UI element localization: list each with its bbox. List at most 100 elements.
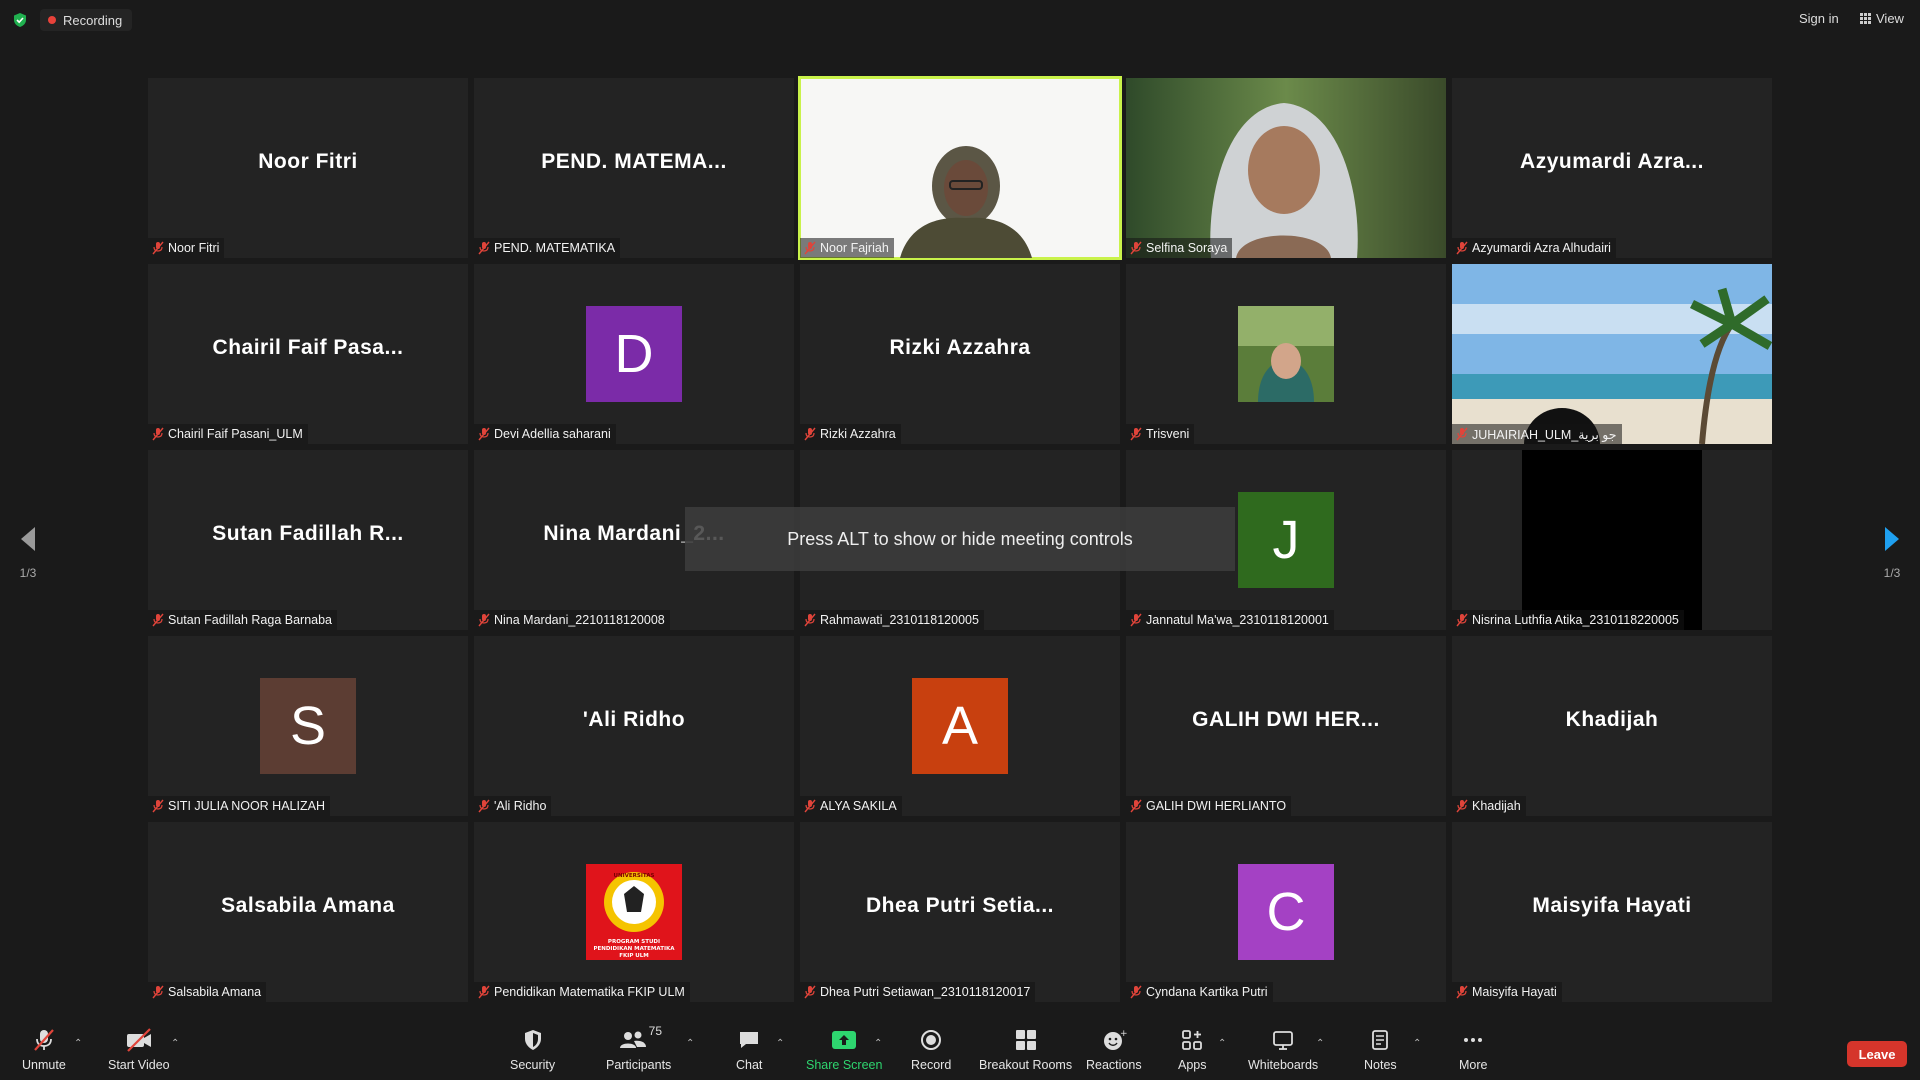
participant-tile[interactable]: GALIH DWI HER... GALIH DWI HERLIANTO [1126,636,1446,816]
participant-tile[interactable]: Salsabila Amana Salsabila Amana [148,822,468,1002]
participants-icon [619,1031,646,1048]
start-video-button[interactable]: Start Video [108,1026,170,1072]
microphone-muted-icon [804,241,816,255]
participant-name-label: Khadijah [1452,796,1526,816]
participant-tile[interactable]: Nisrina Luthfia Atika_2310118220005 [1452,450,1772,630]
participants-button[interactable]: 75 Participants [606,1024,671,1072]
record-button[interactable]: Record [911,1026,951,1072]
participant-tile[interactable]: JUHAIRIAH_ULM_جو برية [1452,264,1772,444]
security-icon [524,1030,541,1050]
svg-text:FKIP ULM: FKIP ULM [619,953,648,959]
video-options-caret-icon[interactable]: ⌃ [171,1038,179,1049]
next-page-button[interactable]: 1/3 [1880,525,1904,580]
participant-tile[interactable]: D Devi Adellia saharani [474,264,794,444]
participant-tile[interactable]: A ALYA SAKILA [800,636,1120,816]
participant-name-label: Jannatul Ma'wa_2310118120001 [1126,610,1334,630]
participant-avatar: S [260,678,356,774]
more-icon [1464,1038,1483,1042]
participant-name: Rizki Azzahra [820,427,896,441]
chat-button[interactable]: Chat [736,1026,762,1072]
participant-name: SITI JULIA NOOR HALIZAH [168,799,325,813]
participant-tile[interactable]: Trisveni [1126,264,1446,444]
participant-name: Devi Adellia saharani [494,427,611,441]
microphone-muted-icon [34,1029,54,1051]
participant-tile[interactable]: Noor Fitri Noor Fitri [148,78,468,258]
participant-display-name: Sutan Fadillah R... [212,522,404,545]
record-label: Record [911,1058,952,1072]
sign-in-link[interactable]: Sign in [1799,11,1839,26]
unmute-button[interactable]: Unmute [22,1026,66,1072]
participant-name: Cyndana Kartika Putri [1146,985,1268,999]
participant-display-name: Maisyifa Hayati [1532,894,1692,917]
security-button[interactable]: Security [510,1026,555,1072]
microphone-muted-icon [152,799,164,813]
security-shield-icon[interactable] [12,12,28,28]
participant-name: Salsabila Amana [168,985,262,999]
participant-name: ALYA SAKILA [820,799,897,813]
participant-name-label: Cyndana Kartika Putri [1126,982,1273,1002]
participant-name: Noor Fitri [168,241,220,255]
apps-caret-icon[interactable]: ⌃ [1218,1038,1226,1049]
start-video-label: Start Video [108,1058,170,1072]
participants-caret-icon[interactable]: ⌃ [686,1038,694,1049]
view-button[interactable]: View [1860,11,1904,26]
participant-name: Rahmawati_2310118120005 [820,613,979,627]
participant-name: Trisveni [1146,427,1190,441]
breakout-rooms-button[interactable]: Breakout Rooms [979,1026,1072,1072]
share-caret-icon[interactable]: ⌃ [874,1038,882,1049]
microphone-muted-icon [804,427,816,441]
participant-tile[interactable]: Khadijah Khadijah [1452,636,1772,816]
chevron-left-icon [21,527,35,551]
participant-avatar: J [1238,492,1334,588]
apps-button[interactable]: Apps [1178,1026,1207,1072]
whiteboards-label: Whiteboards [1248,1058,1319,1072]
participant-tile[interactable]: Rizki Azzahra Rizki Azzahra [800,264,1120,444]
participant-tile[interactable]: Chairil Faif Pasa... Chairil Faif Pasani_… [148,264,468,444]
notes-caret-icon[interactable]: ⌃ [1413,1038,1421,1049]
whiteboards-caret-icon[interactable]: ⌃ [1316,1038,1324,1049]
leave-button[interactable]: Leave [1847,1041,1907,1067]
participant-tile[interactable]: UNIVERSITAS PROGRAM STUDI PENDIDIKAN MATEM… [474,822,794,1002]
previous-page-button[interactable]: 1/3 [18,525,38,580]
participant-tile[interactable]: 'Ali Ridho 'Ali Ridho [474,636,794,816]
microphone-muted-icon [478,427,490,441]
apps-icon [1182,1030,1203,1050]
recording-indicator[interactable]: Recording [40,9,133,31]
audio-options-caret-icon[interactable]: ⌃ [74,1038,82,1049]
participant-tile[interactable]: C Cyndana Kartika Putri [1126,822,1446,1002]
participant-tile[interactable]: PEND. MATEMA... PEND. MATEMATIKA [474,78,794,258]
whiteboards-button[interactable]: Whiteboards [1248,1026,1318,1072]
participant-tile[interactable]: S SITI JULIA NOOR HALIZAH [148,636,468,816]
reactions-button[interactable]: + Reactions [1086,1026,1142,1072]
participant-tile[interactable]: Noor Fajriah [798,76,1122,260]
participant-name: Dhea Putri Setiawan_2310118120017 [820,985,1031,999]
more-button[interactable]: More [1459,1026,1487,1072]
notes-button[interactable]: Notes [1364,1026,1397,1072]
microphone-muted-icon [1130,799,1142,813]
participant-name-label: PEND. MATEMATIKA [474,238,621,258]
participant-name: Azyumardi Azra Alhudairi [1472,241,1611,255]
microphone-muted-icon [1130,427,1142,441]
participant-name: Sutan Fadillah Raga Barnaba [168,613,333,627]
share-screen-button[interactable]: Share Screen [806,1026,882,1072]
participant-avatar: D [586,306,682,402]
notes-label: Notes [1364,1058,1397,1072]
participant-avatar: C [1238,864,1334,960]
participant-display-name: PEND. MATEMA... [541,150,727,173]
apps-label: Apps [1178,1058,1207,1072]
chat-caret-icon[interactable]: ⌃ [776,1038,784,1049]
microphone-muted-icon [152,613,164,627]
reactions-icon: + [1103,1029,1127,1050]
participant-video [1452,264,1772,444]
participant-tile[interactable]: Dhea Putri Setia... Dhea Putri Setiawan_2… [800,822,1120,1002]
participant-tile[interactable]: Sutan Fadillah R... Sutan Fadillah Raga B… [148,450,468,630]
microphone-muted-icon [152,985,164,999]
participant-tile[interactable]: Azyumardi Azra... Azyumardi Azra Alhudair… [1452,78,1772,258]
participant-tile[interactable]: Maisyifa Hayati Maisyifa Hayati [1452,822,1772,1002]
participant-tile[interactable]: Selfina Soraya [1126,78,1446,258]
participant-name-label: 'Ali Ridho [474,796,552,816]
participant-name-label: Noor Fajriah [800,238,894,258]
participant-name-label: Pendidikan Matematika FKIP ULM [474,982,690,1002]
microphone-muted-icon [478,613,490,627]
microphone-muted-icon [804,985,816,999]
